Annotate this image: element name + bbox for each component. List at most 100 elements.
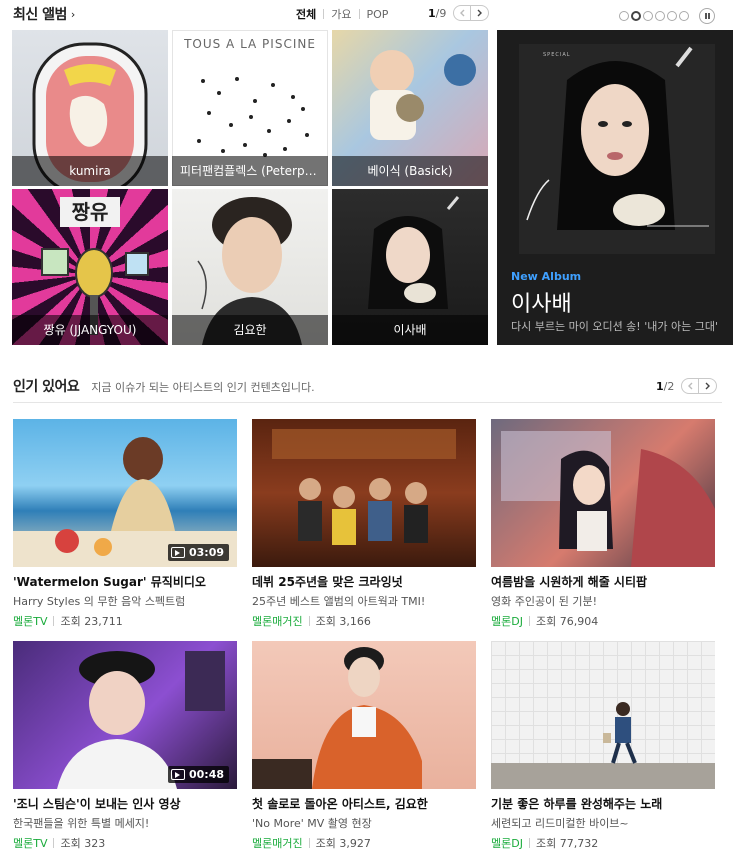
card-meta: 멜론TV 조회 23,711: [13, 613, 237, 629]
views-count: 323: [84, 836, 106, 850]
page-current: 1: [656, 379, 664, 393]
album-card[interactable]: kumira: [12, 30, 168, 186]
featured-album-banner[interactable]: SPECIAL New Album 이사배 다시 부르는 마이 오디션 송! '…: [497, 30, 733, 345]
page-total: /9: [435, 6, 447, 20]
next-page-button[interactable]: [471, 5, 490, 21]
source-link[interactable]: 멜론매거진: [252, 613, 303, 629]
card-subtitle: 영화 주인공이 된 기분!: [491, 595, 597, 608]
album-card[interactable]: 베이식 (Basick): [332, 30, 488, 186]
prev-page-button[interactable]: [453, 5, 472, 21]
popular-pager: 1 /2: [656, 378, 718, 394]
latest-albums-header[interactable]: 최신 앨범 ›: [13, 4, 75, 24]
album-cover-text: TOUS A LA PISCINE: [184, 37, 316, 51]
page-current: 1: [428, 6, 436, 20]
carousel-dot[interactable]: [619, 11, 629, 21]
source-link[interactable]: 멜론TV: [13, 835, 47, 851]
carousel-dot[interactable]: [667, 11, 677, 21]
carousel-dot[interactable]: [655, 11, 665, 21]
carousel-indicators: [619, 8, 715, 24]
latest-albums-title[interactable]: 최신 앨범: [13, 4, 67, 24]
content-card: 00:48 '조니 스팀슨'이 보내는 인사 영상 한국팬들을 위한 특별 메세…: [13, 641, 237, 851]
album-name: 짱유 (JJANGYOU): [12, 315, 168, 345]
carousel-dot[interactable]: [679, 11, 689, 21]
card-subtitle: 'No More' MV 촬영 현장: [252, 817, 372, 830]
content-thumbnail[interactable]: [252, 419, 476, 567]
content-thumbnail[interactable]: [491, 419, 715, 567]
card-title[interactable]: 'Watermelon Sugar' 뮤직비디오: [13, 573, 237, 590]
carousel-dot[interactable]: [643, 11, 653, 21]
content-card: 기분 좋은 하루를 완성해주는 노래 세련되고 리드미컬한 바이브~ 멜론DJ …: [491, 641, 715, 851]
album-card[interactable]: 이사배: [332, 189, 488, 345]
divider: [323, 9, 325, 19]
card-subtitle: 25주년 베스트 앨범의 아트웍과 TMI!: [252, 595, 426, 608]
filter-all[interactable]: 전체: [296, 6, 316, 22]
views-label: 조회: [315, 837, 336, 850]
album-name: 이사배: [332, 315, 488, 345]
thumbnail-art: [252, 647, 422, 789]
video-thumbnail[interactable]: 00:48: [13, 641, 237, 789]
album-name: kumira: [12, 156, 168, 186]
featured-album-art: [519, 44, 715, 254]
views-count: 3,927: [339, 836, 371, 850]
filter-kpop[interactable]: 가요: [331, 6, 351, 22]
album-name: 김요한: [172, 315, 328, 345]
play-icon: [170, 547, 185, 558]
divider: [13, 402, 722, 403]
views-label: 조회: [535, 615, 557, 628]
views-label: 조회: [60, 837, 81, 850]
chevron-right-icon[interactable]: ›: [71, 8, 75, 21]
views-label: 조회: [60, 615, 81, 628]
filter-pop[interactable]: POP: [367, 8, 389, 21]
views-label: 조회: [315, 615, 336, 628]
album-card[interactable]: TOUS A LA PISCINE 피터팬컴플렉스 (Peterpan Comp…: [172, 30, 328, 186]
source-link[interactable]: 멜론TV: [13, 613, 47, 629]
featured-album-description: 다시 부르는 마이 오디션 송! '내가 아는 그대': [511, 320, 718, 333]
chevron-right-icon: [705, 382, 711, 390]
featured-artist-name: 이사배: [511, 292, 572, 317]
card-title[interactable]: '조니 스팀슨'이 보내는 인사 영상: [13, 795, 237, 812]
content-card: 첫 솔로로 돌아온 아티스트, 김요한 'No More' MV 촬영 현장 멜…: [252, 641, 476, 851]
card-title[interactable]: 기분 좋은 하루를 완성해주는 노래: [491, 795, 715, 812]
divider: [358, 9, 360, 19]
card-title[interactable]: 첫 솔로로 돌아온 아티스트, 김요한: [252, 795, 476, 812]
card-meta: 멜론TV 조회 323: [13, 835, 237, 851]
album-card[interactable]: 김요한: [172, 189, 328, 345]
source-link[interactable]: 멜론DJ: [491, 613, 523, 629]
prev-page-button[interactable]: [681, 378, 700, 394]
views-label: 조회: [535, 837, 557, 850]
source-link[interactable]: 멜론DJ: [491, 835, 523, 851]
content-card: 여름밤을 시원하게 해줄 시티팝 영화 주인공이 된 기분! 멜론DJ 조회 7…: [491, 419, 715, 629]
video-duration: 00:48: [167, 766, 229, 783]
video-duration: 03:09: [167, 544, 229, 561]
pause-button[interactable]: [699, 8, 715, 24]
thumbnail-art: [272, 429, 456, 545]
album-name: 베이식 (Basick): [332, 156, 488, 186]
source-link[interactable]: 멜론매거진: [252, 835, 303, 851]
card-subtitle: 세련되고 리드미컬한 바이브~: [491, 817, 629, 830]
carousel-dot-active[interactable]: [631, 11, 641, 21]
views-count: 23,711: [84, 614, 123, 628]
duration-text: 00:48: [188, 768, 224, 781]
content-thumbnail[interactable]: [491, 641, 715, 789]
card-meta: 멜론매거진 조회 3,927: [252, 835, 476, 851]
duration-text: 03:09: [188, 546, 224, 559]
chevron-left-icon: [459, 9, 465, 17]
views-count: 77,732: [559, 836, 599, 850]
card-title[interactable]: 여름밤을 시원하게 해줄 시티팝: [491, 573, 715, 590]
album-card[interactable]: 짱유 짱유 (JJANGYOU): [12, 189, 168, 345]
thumbnail-art: [491, 702, 715, 789]
cover-tag: SPECIAL: [543, 52, 571, 58]
chevron-left-icon: [687, 382, 693, 390]
divider: [528, 838, 530, 848]
next-page-button[interactable]: [699, 378, 718, 394]
card-meta: 멜론DJ 조회 76,904: [491, 613, 715, 629]
content-thumbnail[interactable]: [252, 641, 476, 789]
views-count: 76,904: [559, 614, 599, 628]
card-title[interactable]: 데뷔 25주년을 맞은 크라잉넛: [252, 573, 476, 590]
views-count: 3,166: [339, 614, 371, 628]
card-meta: 멜론매거진 조회 3,166: [252, 613, 476, 629]
latest-pager: 1 /9: [428, 5, 490, 21]
card-subtitle: Harry Styles 의 무한 음악 스펙트럼: [13, 595, 186, 608]
video-thumbnail[interactable]: 03:09: [13, 419, 237, 567]
content-card: 03:09 'Watermelon Sugar' 뮤직비디오 Harry Sty…: [13, 419, 237, 629]
